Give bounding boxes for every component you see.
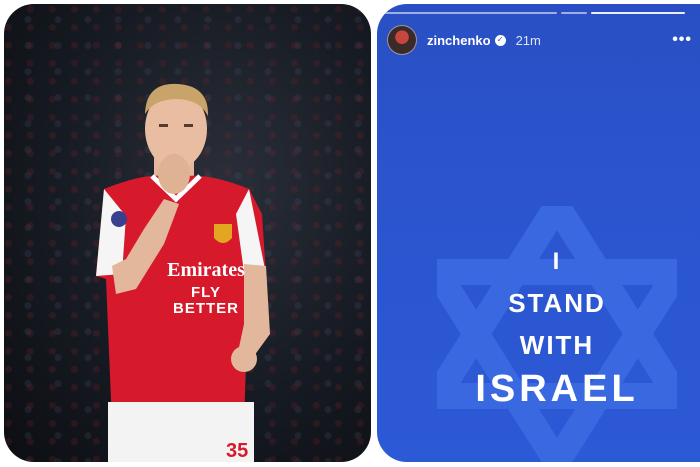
verified-badge-icon: ✓ <box>494 34 506 46</box>
player-illustration <box>96 83 270 462</box>
player-photo: Emirates FLY BETTER 35 <box>4 4 371 462</box>
post-time: 21m <box>515 32 541 48</box>
story-header: zinchenko ✓ 21m ••• <box>387 24 692 56</box>
story-text-line-2: STAND <box>508 288 606 318</box>
story-progress-segment-2 <box>561 12 587 14</box>
story-text-line-3: WITH <box>519 330 595 360</box>
username[interactable]: zinchenko <box>427 33 491 48</box>
collage: Emirates FLY BETTER 35 zinchenko ✓ 21m •… <box>0 0 700 467</box>
jersey-sponsor-line2: FLY BETTER <box>173 284 239 317</box>
story-progress-segment-1 <box>385 12 557 14</box>
shirt-number: 35 <box>226 440 249 462</box>
story-text-line-1: I <box>552 248 562 275</box>
instagram-story: zinchenko ✓ 21m ••• I STAND WITH ISRAEL <box>377 4 700 462</box>
story-text-line-4: ISRAEL <box>475 368 639 410</box>
more-options-icon[interactable]: ••• <box>672 31 692 49</box>
story-progress-segment-3 <box>591 12 685 14</box>
jersey-sponsor: Emirates FLY BETTER <box>156 260 256 317</box>
jersey-sponsor-line1: Emirates <box>167 259 245 281</box>
avatar[interactable] <box>387 25 417 55</box>
